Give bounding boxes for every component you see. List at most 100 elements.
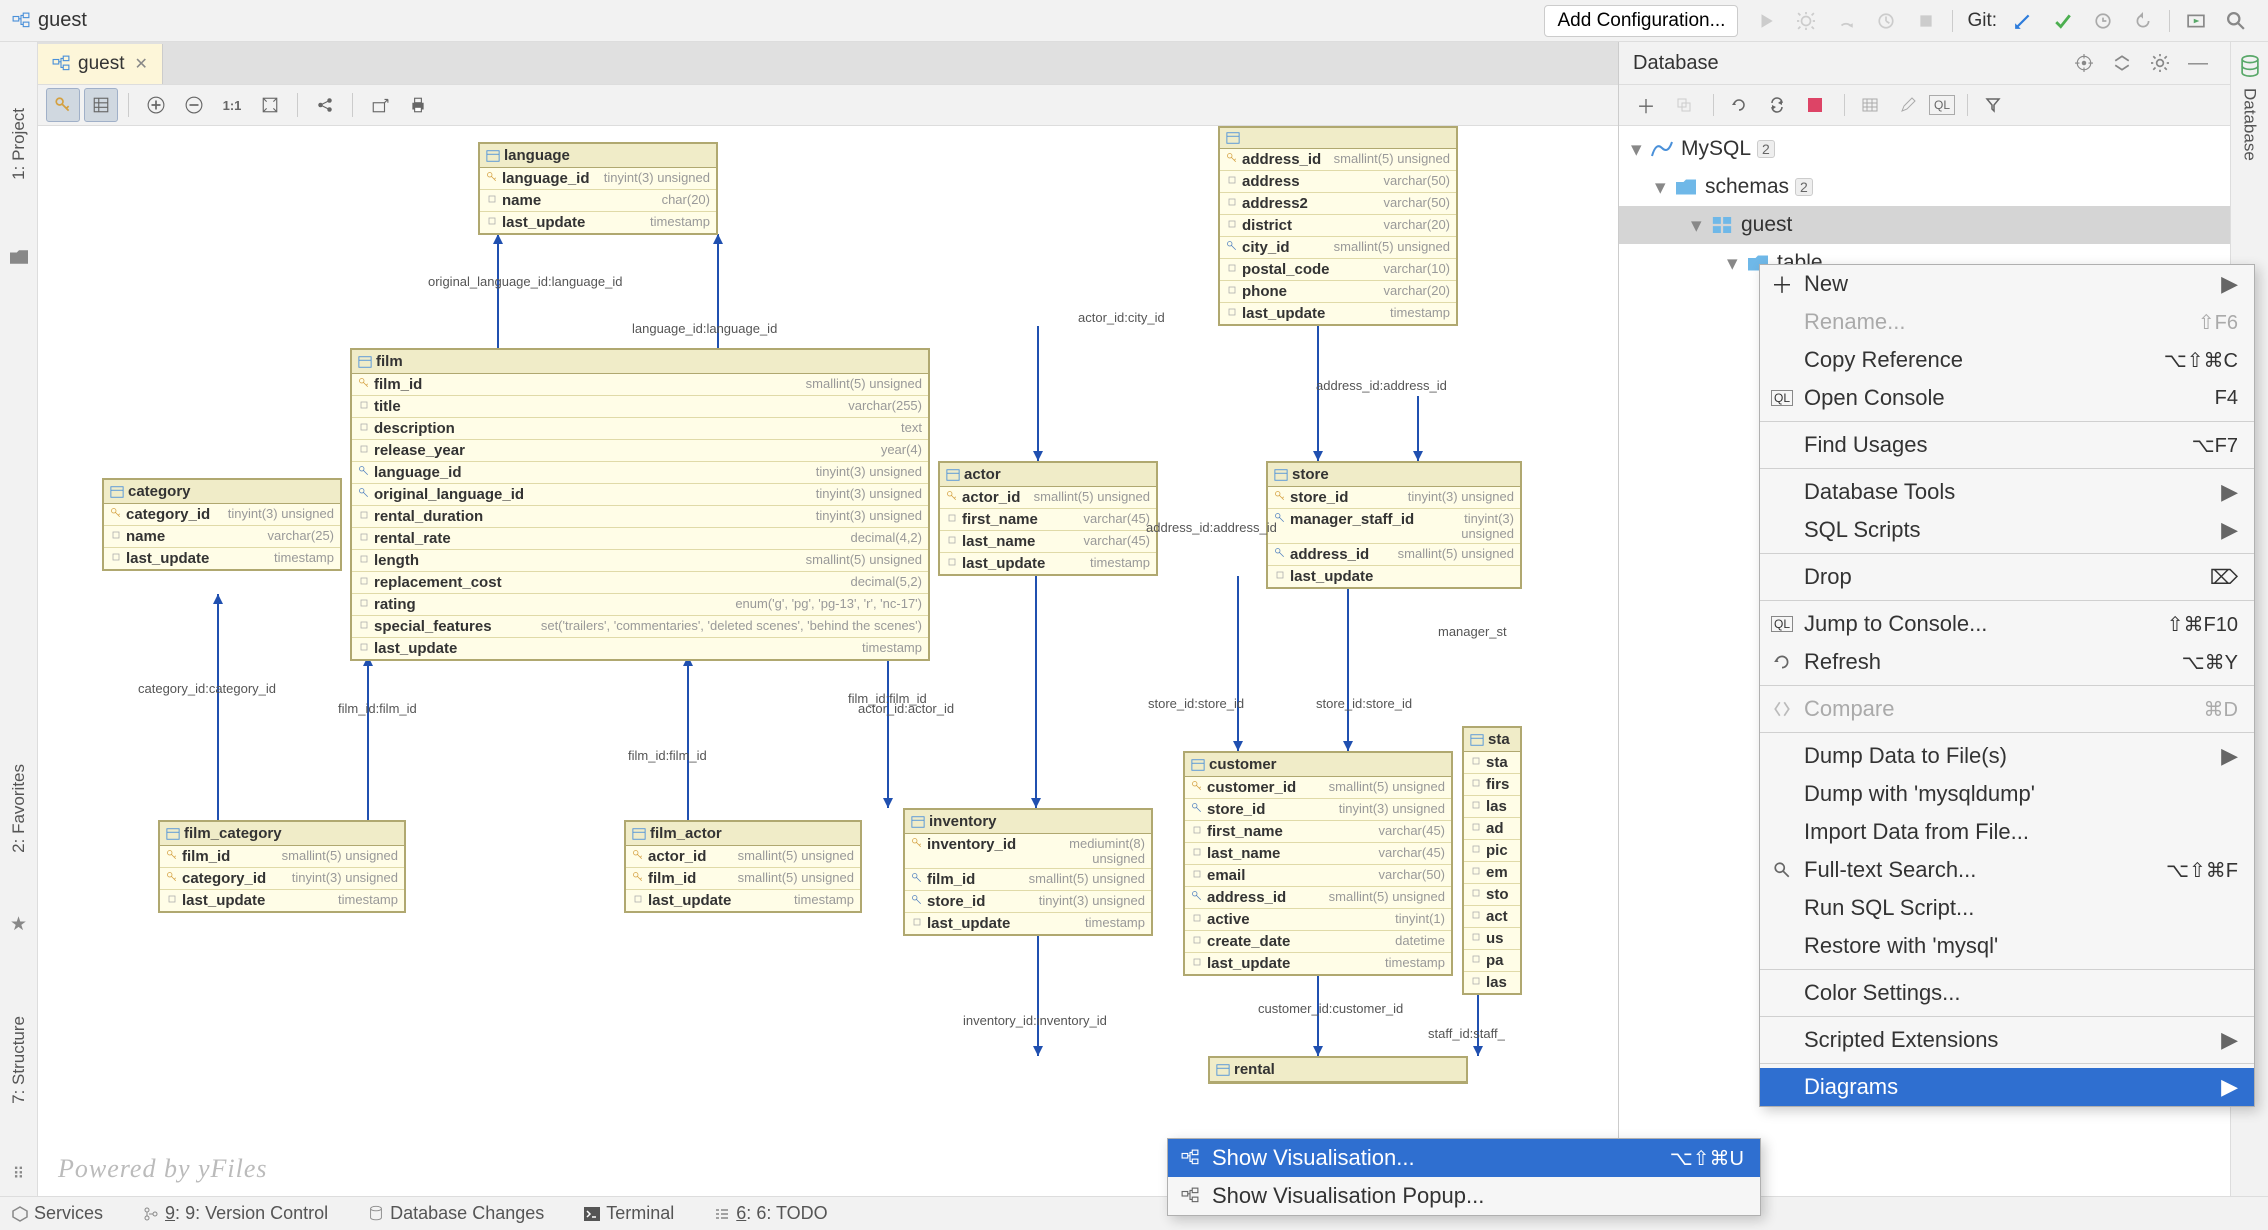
menu-shortcut: ⌥⇧⌘C	[2164, 348, 2238, 373]
entity-staff[interactable]: stastafirslasadpicemstoactuspalas	[1462, 726, 1522, 995]
add-configuration-button[interactable]: Add Configuration...	[1544, 5, 1738, 37]
column-type: text	[901, 420, 922, 437]
edit-icon[interactable]	[1891, 88, 1925, 122]
column-row: postal_codevarchar(10)	[1220, 259, 1456, 281]
vcs-tool[interactable]: 9: 9: Version Control	[143, 1203, 328, 1224]
run-config-icon[interactable]	[2180, 5, 2212, 37]
column-type: timestamp	[338, 892, 398, 909]
menu-item[interactable]: Scripted Extensions▶	[1760, 1021, 2254, 1059]
tree-schemas[interactable]: ▾schemas2	[1619, 168, 2230, 206]
key-columns-button[interactable]	[46, 88, 80, 122]
coverage-icon[interactable]	[1830, 5, 1862, 37]
column-name: last_name	[1207, 845, 1371, 862]
menu-item[interactable]: Copy Reference⌥⇧⌘C	[1760, 341, 2254, 379]
favorites-tool[interactable]: 2: Favorites	[9, 764, 29, 853]
services-tool[interactable]: Services	[12, 1203, 103, 1224]
menu-item[interactable]: Drop⌦	[1760, 558, 2254, 596]
menu-item[interactable]: Restore with 'mysql'	[1760, 927, 2254, 965]
submenu-item[interactable]: Show Visualisation Popup...	[1168, 1177, 1760, 1215]
export-icon[interactable]	[363, 88, 397, 122]
new-icon[interactable]: ＋	[1629, 88, 1663, 122]
entity-category[interactable]: categorycategory_idtinyint(3) unsignedna…	[102, 478, 342, 571]
submenu-arrow-icon: ▶	[2221, 479, 2238, 505]
compare-icon	[1770, 700, 1794, 718]
structure-tool[interactable]: 7: Structure	[9, 1016, 29, 1104]
entity-rental[interactable]: rental	[1208, 1056, 1468, 1084]
column-row: last_updatetimestamp	[626, 890, 860, 911]
menu-item[interactable]: Dump Data to File(s)▶	[1760, 737, 2254, 775]
zoom-out-icon[interactable]	[177, 88, 211, 122]
entity-film_actor[interactable]: film_actoractor_idsmallint(5) unsignedfi…	[624, 820, 862, 913]
relation-label: film_id:film_id	[628, 748, 707, 763]
key-icon	[1191, 933, 1205, 950]
menu-item[interactable]: Diagrams▶	[1760, 1068, 2254, 1106]
menu-item[interactable]: Import Data from File...	[1760, 813, 2254, 851]
entity-film_category[interactable]: film_categoryfilm_idsmallint(5) unsigned…	[158, 820, 406, 913]
actual-size-button[interactable]: 1:1	[215, 88, 249, 122]
database-tool-label[interactable]: Database	[2240, 88, 2260, 161]
key-icon	[1191, 867, 1205, 884]
search-everywhere-icon[interactable]	[2220, 5, 2252, 37]
column-row: rental_durationtinyint(3) unsigned	[352, 506, 928, 528]
entity-actor[interactable]: actoractor_idsmallint(5) unsignedfirst_n…	[938, 461, 1158, 576]
target-icon[interactable]	[2066, 45, 2102, 81]
menu-item[interactable]: ＋New▶	[1760, 265, 2254, 303]
layout-icon[interactable]	[308, 88, 342, 122]
run-icon[interactable]	[1750, 5, 1782, 37]
entity-customer[interactable]: customercustomer_idsmallint(5) unsigneds…	[1183, 751, 1453, 976]
column-name: film_id	[182, 848, 274, 865]
menu-item[interactable]: Find Usages⌥F7	[1760, 426, 2254, 464]
git-commit-icon[interactable]	[2047, 5, 2079, 37]
project-tool[interactable]: 1: Project	[9, 108, 29, 180]
column-name: category_id	[126, 506, 220, 523]
diagram-canvas[interactable]: Powered by yFiles languagelanguage_idtin…	[38, 126, 1618, 1196]
zoom-in-icon[interactable]	[139, 88, 173, 122]
print-icon[interactable]	[401, 88, 435, 122]
entity-store[interactable]: storestore_idtinyint(3) unsignedmanager_…	[1266, 461, 1522, 589]
fit-content-icon[interactable]	[253, 88, 287, 122]
column-type: datetime	[1395, 933, 1445, 950]
menu-item[interactable]: Run SQL Script...	[1760, 889, 2254, 927]
debug-icon[interactable]	[1790, 5, 1822, 37]
menu-item[interactable]: SQL Scripts▶	[1760, 511, 2254, 549]
entity-film[interactable]: filmfilm_idsmallint(5) unsignedtitlevarc…	[350, 348, 930, 661]
ql-icon[interactable]: QL	[1929, 95, 1955, 115]
column-row: last_updatetimestamp	[940, 553, 1156, 574]
git-update-icon[interactable]	[2007, 5, 2039, 37]
duplicate-icon[interactable]	[1667, 88, 1701, 122]
entity-language[interactable]: languagelanguage_idtinyint(3) unsignedna…	[478, 142, 718, 235]
menu-item[interactable]: Dump with 'mysqldump'	[1760, 775, 2254, 813]
db-changes-tool[interactable]: Database Changes	[368, 1203, 544, 1224]
menu-item[interactable]: Database Tools▶	[1760, 473, 2254, 511]
tree-datasource[interactable]: ▾MySQL2	[1619, 130, 2230, 168]
menu-item[interactable]: Full-text Search...⌥⇧⌘F	[1760, 851, 2254, 889]
tree-schema-guest[interactable]: ▾guest	[1619, 206, 2230, 244]
table-icon[interactable]	[1853, 88, 1887, 122]
menu-item[interactable]: Refresh⌥⌘Y	[1760, 643, 2254, 681]
stop-db-icon[interactable]	[1798, 88, 1832, 122]
key-icon	[911, 893, 925, 910]
stop-icon[interactable]	[1910, 5, 1942, 37]
menu-item[interactable]: QLJump to Console...⇧⌘F10	[1760, 605, 2254, 643]
revert-icon[interactable]	[2127, 5, 2159, 37]
column-name: category_id	[182, 870, 284, 887]
refresh-icon[interactable]	[1722, 88, 1756, 122]
close-tab-icon[interactable]: ✕	[134, 54, 147, 74]
profiler-icon[interactable]	[1870, 5, 1902, 37]
expand-all-icon[interactable]	[2104, 45, 2140, 81]
menu-item[interactable]: Color Settings...	[1760, 974, 2254, 1012]
todo-tool[interactable]: 6: 6: TODO	[714, 1203, 827, 1224]
column-type: varchar(50)	[1384, 173, 1450, 190]
columns-button[interactable]	[84, 88, 118, 122]
entity-inventory[interactable]: inventoryinventory_idmediumint(8) unsign…	[903, 808, 1153, 936]
terminal-tool[interactable]: Terminal	[584, 1203, 674, 1224]
settings-gear-icon[interactable]	[2142, 45, 2178, 81]
menu-item[interactable]: QLOpen ConsoleF4	[1760, 379, 2254, 417]
entity-address[interactable]: address_idsmallint(5) unsignedaddressvar…	[1218, 126, 1458, 326]
sync-icon[interactable]	[1760, 88, 1794, 122]
minimize-icon[interactable]: —	[2180, 45, 2216, 81]
tab-guest[interactable]: guest ✕	[38, 44, 163, 84]
filter-icon[interactable]	[1976, 88, 2010, 122]
submenu-item[interactable]: Show Visualisation...⌥⇧⌘U	[1168, 1139, 1760, 1177]
history-icon[interactable]	[2087, 5, 2119, 37]
